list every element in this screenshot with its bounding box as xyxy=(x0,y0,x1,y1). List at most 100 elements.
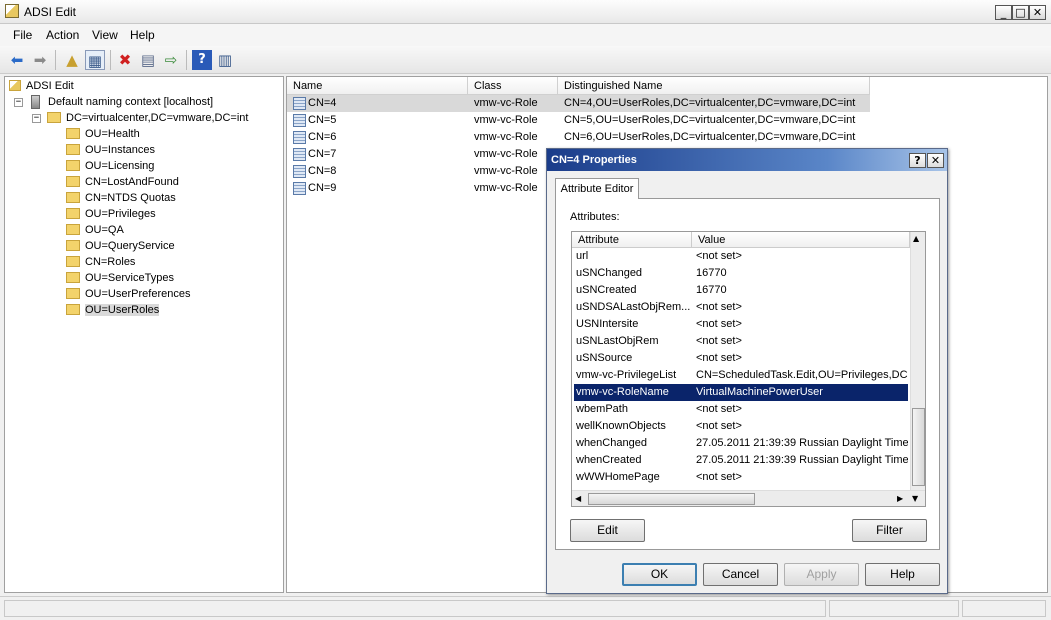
grid-header-value[interactable]: Value xyxy=(692,232,910,248)
tree-item-domain[interactable]: DC=virtualcenter,DC=vmware,DC=int xyxy=(47,110,248,126)
attribute-row[interactable]: whenChanged 27.05.2011 21:39:39 Russian D… xyxy=(574,435,908,452)
tree-item[interactable]: OU=Privileges xyxy=(66,206,156,222)
tree-item[interactable]: OU=Instances xyxy=(66,142,155,158)
list-cell-name: CN=7 xyxy=(293,146,336,163)
forward-arrow-icon[interactable]: ➡ xyxy=(30,50,50,70)
tree-item[interactable]: CN=NTDS Quotas xyxy=(66,190,176,206)
tree-item[interactable]: OU=QueryService xyxy=(66,238,175,254)
horizontal-scrollbar[interactable]: ◀ ▶ ▼ xyxy=(572,490,925,506)
export-list-icon[interactable]: ⇨ xyxy=(161,50,181,70)
tree-item[interactable]: OU=UserRoles xyxy=(66,302,160,318)
attribute-row[interactable]: uSNDSALastObjRem... <not set> xyxy=(574,299,908,316)
attribute-row[interactable]: uSNLastObjRem <not set> xyxy=(574,333,908,350)
attribute-value: <not set> xyxy=(696,301,742,313)
tree-item-label: OU=Privileges xyxy=(85,208,156,220)
scroll-left-icon[interactable]: ◀ xyxy=(575,494,581,503)
collapse-icon[interactable]: − xyxy=(32,114,41,123)
attribute-row[interactable]: whenCreated 27.05.2011 21:39:39 Russian D… xyxy=(574,452,908,469)
list-cell-name-text: CN=7 xyxy=(308,148,337,160)
attribute-row[interactable]: wellKnownObjects <not set> xyxy=(574,418,908,435)
attribute-row[interactable]: vmw-vc-RoleName VirtualMachinePowerUser xyxy=(574,384,908,401)
tree-item[interactable]: OU=QA xyxy=(66,222,124,238)
tree-item-label: OU=QueryService xyxy=(85,240,175,252)
show-hide-action-pane-icon[interactable]: ▥ xyxy=(215,50,235,70)
help-icon[interactable]: ? xyxy=(192,50,212,70)
up-folder-icon[interactable]: ▲ xyxy=(62,50,82,70)
scroll-down-icon[interactable]: ▼ xyxy=(912,494,918,503)
column-header-class[interactable]: Class xyxy=(468,77,558,95)
tree-item-context[interactable]: Default naming context [localhost] xyxy=(31,94,213,110)
apply-button[interactable]: Apply xyxy=(784,563,859,586)
tree-item[interactable]: OU=Licensing xyxy=(66,158,154,174)
collapse-icon[interactable]: − xyxy=(14,98,23,107)
attribute-row[interactable]: uSNChanged 16770 xyxy=(574,265,908,282)
tree-pane: ADSI Edit − Default naming context [loca… xyxy=(4,76,284,593)
scroll-right-icon[interactable]: ▶ xyxy=(897,494,903,503)
object-icon xyxy=(293,164,306,178)
list-cell-dn: CN=5,OU=UserRoles,DC=virtualcenter,DC=vm… xyxy=(564,114,856,126)
attribute-row[interactable]: vmw-vc-PrivilegeList CN=ScheduledTask.Edi… xyxy=(574,367,908,384)
dialog-help-button[interactable]: ? xyxy=(909,153,926,168)
tree-root[interactable]: ADSI Edit xyxy=(9,78,74,94)
close-button[interactable]: ✕ xyxy=(1029,5,1046,20)
help-button[interactable]: Help xyxy=(865,563,940,586)
menu-help[interactable]: Help xyxy=(130,28,155,42)
column-header-dn[interactable]: Distinguished Name xyxy=(558,77,870,95)
tree-item[interactable]: OU=Health xyxy=(66,126,140,142)
delete-icon[interactable]: ✖ xyxy=(115,50,135,70)
object-icon xyxy=(293,96,306,110)
tree-item[interactable]: OU=UserPreferences xyxy=(66,286,190,302)
grid-header-attribute[interactable]: Attribute xyxy=(572,232,692,248)
attribute-row[interactable]: uSNCreated 16770 xyxy=(574,282,908,299)
tree-item[interactable]: CN=Roles xyxy=(66,254,135,270)
list-cell-name-text: CN=6 xyxy=(308,131,337,143)
properties-icon[interactable]: ▤ xyxy=(138,50,158,70)
ok-button[interactable]: OK xyxy=(622,563,697,586)
menu-file[interactable]: File xyxy=(13,28,32,42)
list-row[interactable]: CN=5 vmw-vc-Role CN=5,OU=UserRoles,DC=virt… xyxy=(287,112,870,129)
dialog-close-button[interactable]: ✕ xyxy=(927,153,944,168)
scroll-up-icon[interactable]: ▲ xyxy=(913,234,919,243)
list-cell-name: CN=5 xyxy=(293,112,336,129)
attribute-value: <not set> xyxy=(696,420,742,432)
menu-view[interactable]: View xyxy=(92,28,118,42)
folder-icon xyxy=(66,287,80,299)
object-icon xyxy=(293,113,306,127)
attribute-row[interactable]: wbemPath <not set> xyxy=(574,401,908,418)
maximize-button[interactable]: □ xyxy=(1012,5,1029,20)
attribute-row[interactable]: uSNSource <not set> xyxy=(574,350,908,367)
cancel-button[interactable]: Cancel xyxy=(703,563,778,586)
object-icon xyxy=(293,181,306,195)
attribute-row[interactable]: url <not set> xyxy=(574,248,908,265)
tree-item-label: CN=NTDS Quotas xyxy=(85,192,176,204)
title-bar: ADSI Edit _ □ ✕ xyxy=(0,0,1051,24)
back-arrow-icon[interactable]: ⬅ xyxy=(7,50,27,70)
folder-icon xyxy=(66,127,80,139)
menu-action[interactable]: Action xyxy=(46,28,79,42)
horizontal-scroll-thumb[interactable] xyxy=(588,493,755,505)
list-cell-dn: CN=6,OU=UserRoles,DC=virtualcenter,DC=vm… xyxy=(564,131,856,143)
list-row[interactable]: CN=6 vmw-vc-Role CN=6,OU=UserRoles,DC=virt… xyxy=(287,129,870,146)
show-hide-tree-icon[interactable]: ▦ xyxy=(85,50,105,70)
attribute-value: <not set> xyxy=(696,403,742,415)
attribute-row[interactable]: USNIntersite <not set> xyxy=(574,316,908,333)
attribute-name: USNIntersite xyxy=(576,318,639,330)
attribute-row[interactable]: wWWHomePage <not set> xyxy=(574,469,908,486)
vertical-scrollbar[interactable]: ▲ xyxy=(910,232,925,490)
list-cell-class: vmw-vc-Role xyxy=(474,131,538,143)
list-cell-name-text: CN=5 xyxy=(308,114,337,126)
status-bar xyxy=(0,596,1051,620)
attributes-label: Attributes: xyxy=(570,211,620,223)
tree-item[interactable]: CN=LostAndFound xyxy=(66,174,179,190)
minimize-button[interactable]: _ xyxy=(995,5,1012,20)
object-icon xyxy=(293,130,306,144)
attribute-name: whenChanged xyxy=(576,437,647,449)
toolbar: ⬅ ➡ ▲ ▦ ✖ ▤ ⇨ ? ▥ xyxy=(0,46,1051,74)
scroll-thumb[interactable] xyxy=(912,408,925,486)
column-header-name[interactable]: Name xyxy=(287,77,468,95)
list-row[interactable]: CN=4 vmw-vc-Role CN=4,OU=UserRoles,DC=virt… xyxy=(287,95,870,112)
edit-button[interactable]: Edit xyxy=(570,519,645,542)
filter-button[interactable]: Filter xyxy=(852,519,927,542)
tree-item[interactable]: OU=ServiceTypes xyxy=(66,270,174,286)
tab-attribute-editor[interactable]: Attribute Editor xyxy=(555,178,639,199)
